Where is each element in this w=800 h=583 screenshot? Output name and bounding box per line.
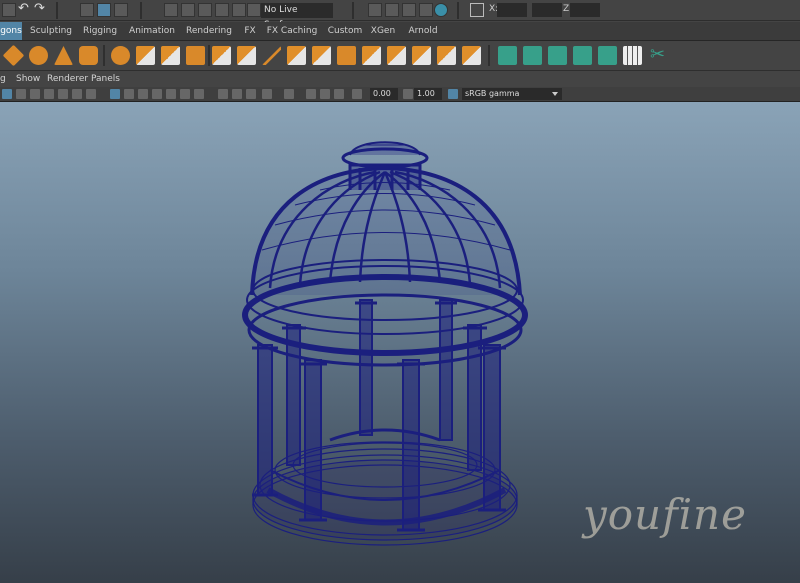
menu-shading[interactable]: g	[0, 71, 6, 87]
render-view-icon[interactable]	[368, 3, 382, 17]
quad-draw-icon[interactable]	[462, 46, 481, 65]
camera-attributes-icon[interactable]	[16, 89, 26, 99]
cut-uv-icon[interactable]: ✂	[648, 46, 667, 65]
tab-custom[interactable]: Custom	[325, 22, 365, 40]
xray-icon[interactable]	[284, 89, 294, 99]
poly-cone-icon[interactable]	[54, 46, 73, 65]
tab-rendering[interactable]: Rendering	[183, 22, 235, 40]
menu-show[interactable]: Show	[16, 71, 40, 87]
chevron-down-icon	[552, 92, 558, 96]
planar-map-icon[interactable]	[523, 46, 542, 65]
xray-joints-icon[interactable]	[306, 89, 316, 99]
extrude-icon[interactable]	[237, 46, 256, 65]
smooth-shade-icon[interactable]	[124, 89, 134, 99]
redo-icon[interactable]: ↷	[34, 2, 48, 17]
tab-rigging[interactable]: Rigging	[80, 22, 120, 40]
tab-sculpting[interactable]: Sculpting	[28, 22, 74, 40]
perspective-viewport[interactable]: youfine	[0, 102, 800, 583]
x-field[interactable]	[497, 3, 527, 17]
multi-cut-icon[interactable]	[262, 46, 281, 65]
smooth-icon[interactable]	[186, 46, 205, 65]
color-management-icon[interactable]	[448, 89, 458, 99]
select-by-hierarchy-icon[interactable]	[80, 3, 94, 17]
gate-mask-icon[interactable]	[334, 89, 344, 99]
snap-curve-icon[interactable]	[181, 3, 195, 17]
render-settings-icon[interactable]	[419, 3, 433, 17]
wireframe-on-shaded-icon[interactable]	[138, 89, 148, 99]
bookmark-icon[interactable]	[30, 89, 40, 99]
append-polygon-icon[interactable]	[337, 46, 356, 65]
select-by-component-icon[interactable]	[114, 3, 128, 17]
anti-alias-icon[interactable]	[232, 89, 242, 99]
save-scene-icon[interactable]	[2, 3, 16, 17]
auto-map-icon[interactable]	[598, 46, 617, 65]
menu-panels[interactable]: Panels	[91, 71, 120, 87]
collapse-icon[interactable]	[412, 46, 431, 65]
insert-edge-loop-icon[interactable]	[362, 46, 381, 65]
fill-hole-icon[interactable]	[212, 46, 231, 65]
xray-components-icon[interactable]	[320, 89, 330, 99]
tab-polygons[interactable]: gons	[0, 22, 22, 40]
live-surface-field[interactable]: No Live Surface	[261, 3, 333, 30]
snap-live-icon[interactable]	[247, 3, 261, 17]
film-gate-icon[interactable]	[72, 89, 82, 99]
combine-icon[interactable]	[111, 46, 130, 65]
grid-toggle-icon[interactable]	[58, 89, 68, 99]
make-live-icon[interactable]	[232, 3, 246, 17]
snap-point-icon[interactable]	[198, 3, 212, 17]
hypershade-icon[interactable]	[434, 3, 448, 17]
z-field[interactable]	[570, 3, 600, 17]
lights-icon[interactable]	[166, 89, 176, 99]
depth-of-field-icon[interactable]	[246, 89, 256, 99]
poly-diamond-icon[interactable]	[2, 44, 25, 67]
poly-torus-icon[interactable]	[29, 46, 48, 65]
uv-editor-icon[interactable]	[498, 46, 517, 65]
shadows-icon[interactable]	[180, 89, 190, 99]
spherical-map-icon[interactable]	[573, 46, 592, 65]
tab-fx-caching[interactable]: FX Caching	[264, 22, 320, 40]
snap-grid-icon[interactable]	[164, 3, 178, 17]
watermark-logo: youfine	[583, 490, 747, 539]
status-line: ↶ ↷ No Live Surface X: Y: Z:	[0, 0, 800, 30]
panel-toolbar: 0.00 1.00 sRGB gamma	[0, 87, 800, 102]
polygons-shelf: ✂	[0, 41, 800, 71]
undo-icon[interactable]: ↶	[18, 2, 32, 17]
exposure-field[interactable]: 0.00	[370, 88, 398, 100]
gamma-field[interactable]: 1.00	[414, 88, 442, 100]
poly-cylinder-icon[interactable]	[79, 46, 98, 65]
textured-icon[interactable]	[152, 89, 162, 99]
panel-menu-bar: g Show Renderer Panels	[0, 71, 800, 87]
bevel-icon[interactable]	[312, 46, 331, 65]
y-field[interactable]	[532, 3, 562, 17]
bridge-icon[interactable]	[287, 46, 306, 65]
cylindrical-map-icon[interactable]	[548, 46, 567, 65]
ambient-occlusion-icon[interactable]	[194, 89, 204, 99]
image-plane-icon[interactable]	[44, 89, 54, 99]
target-weld-icon[interactable]	[437, 46, 456, 65]
snap-view-plane-icon[interactable]	[215, 3, 229, 17]
tab-xgen[interactable]: XGen	[369, 22, 397, 40]
tab-animation[interactable]: Animation	[126, 22, 178, 40]
gamma-icon[interactable]	[403, 89, 413, 99]
wireframe-icon[interactable]	[110, 89, 120, 99]
checker-icon[interactable]	[623, 46, 642, 65]
mirror-icon[interactable]	[161, 46, 180, 65]
tab-arnold[interactable]: Arnold	[405, 22, 441, 40]
ipr-render-icon[interactable]	[402, 3, 416, 17]
resolution-gate-icon[interactable]	[86, 89, 96, 99]
color-management-dropdown[interactable]: sRGB gamma	[462, 88, 562, 100]
shelf-tab-bar: gons Sculpting Rigging Animation Renderi…	[0, 22, 800, 41]
isolate-select-icon[interactable]	[262, 89, 272, 99]
motion-blur-icon[interactable]	[218, 89, 228, 99]
select-by-object-icon[interactable]	[97, 3, 111, 17]
merge-icon[interactable]	[387, 46, 406, 65]
color-management-label: sRGB gamma	[465, 89, 520, 98]
exposure-icon[interactable]	[352, 89, 362, 99]
render-current-frame-icon[interactable]	[385, 3, 399, 17]
separate-icon[interactable]	[136, 46, 155, 65]
tab-fx[interactable]: FX	[240, 22, 260, 40]
transform-mode-icon[interactable]	[470, 3, 484, 17]
menu-renderer[interactable]: Renderer	[47, 71, 88, 87]
camera-select-icon[interactable]	[2, 89, 12, 99]
